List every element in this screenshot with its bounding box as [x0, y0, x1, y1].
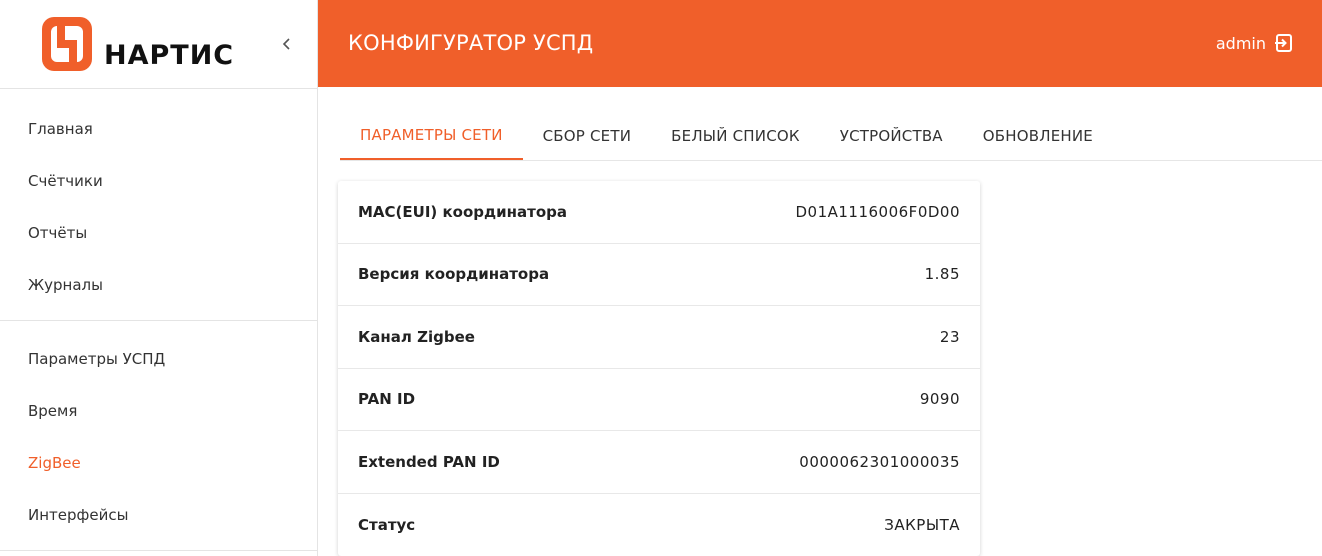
param-value: 1.85 — [924, 265, 960, 284]
tab-network-params[interactable]: ПАРАМЕТРЫ СЕТИ — [340, 112, 523, 160]
sidebar-nav-main: Главная Счётчики Отчёты Журналы — [0, 89, 317, 321]
param-row: MAC(EUI) координатора D01A1116006F0D00 — [338, 181, 980, 244]
sidebar-item-time[interactable]: Время — [0, 385, 317, 437]
network-params-card: MAC(EUI) координатора D01A1116006F0D00 В… — [338, 181, 980, 556]
sidebar-item-zigbee[interactable]: ZigBee — [0, 437, 317, 489]
sidebar-item-journals[interactable]: Журналы — [0, 259, 317, 311]
param-value: 23 — [939, 327, 960, 346]
sidebar-nav-settings: Параметры УСПД Время ZigBee Интерфейсы — [0, 321, 317, 551]
main-content: КОНФИГУРАТОР УСПД admin ПАРАМЕТРЫ СЕТИ С… — [318, 0, 1322, 556]
brand-name: НАРТИС — [104, 39, 235, 71]
sidebar-item-interfaces[interactable]: Интерфейсы — [0, 489, 317, 541]
param-label: Extended PAN ID — [358, 452, 500, 471]
tab-update[interactable]: ОБНОВЛЕНИЕ — [963, 112, 1113, 160]
param-row: Extended PAN ID 0000062301000035 — [338, 431, 980, 494]
sidebar-item-main[interactable]: Главная — [0, 103, 317, 155]
tab-whitelist[interactable]: БЕЛЫЙ СПИСОК — [651, 112, 820, 160]
param-value: D01A1116006F0D00 — [795, 202, 960, 221]
chevron-left-icon[interactable] — [279, 36, 295, 52]
sidebar-item-reports[interactable]: Отчёты — [0, 207, 317, 259]
param-label: MAC(EUI) координатора — [358, 202, 567, 221]
tab-network-collect[interactable]: СБОР СЕТИ — [523, 112, 652, 160]
param-label: Статус — [358, 515, 416, 534]
username: admin — [1215, 33, 1266, 53]
param-row: PAN ID 9090 — [338, 369, 980, 431]
param-label: Канал Zigbee — [358, 327, 475, 346]
param-value: 9090 — [919, 390, 960, 409]
sidebar-item-uspd-params[interactable]: Параметры УСПД — [0, 333, 317, 385]
tab-devices[interactable]: УСТРОЙСТВА — [820, 112, 963, 160]
user-menu[interactable]: admin — [1216, 33, 1294, 53]
param-label: Версия координатора — [358, 265, 550, 284]
top-bar: КОНФИГУРАТОР УСПД admin — [318, 0, 1322, 87]
param-row: Канал Zigbee 23 — [338, 306, 980, 369]
sidebar: НАРТИС Главная Счётчики Отчёты Журналы П… — [0, 0, 318, 556]
param-row: Статус ЗАКРЫТА — [338, 494, 980, 556]
nartis-logo-icon — [42, 17, 92, 71]
logout-icon[interactable] — [1274, 33, 1294, 53]
sidebar-item-meters[interactable]: Счётчики — [0, 155, 317, 207]
app: НАРТИС Главная Счётчики Отчёты Журналы П… — [0, 0, 1322, 556]
brand-logo[interactable]: НАРТИС — [0, 0, 317, 89]
param-label: PAN ID — [358, 390, 416, 409]
tab-bar: ПАРАМЕТРЫ СЕТИ СБОР СЕТИ БЕЛЫЙ СПИСОК УС… — [340, 87, 1322, 161]
param-value: 0000062301000035 — [799, 452, 960, 471]
param-value: ЗАКРЫТА — [884, 515, 960, 534]
param-row: Версия координатора 1.85 — [338, 244, 980, 306]
page-title: КОНФИГУРАТОР УСПД — [348, 31, 594, 56]
